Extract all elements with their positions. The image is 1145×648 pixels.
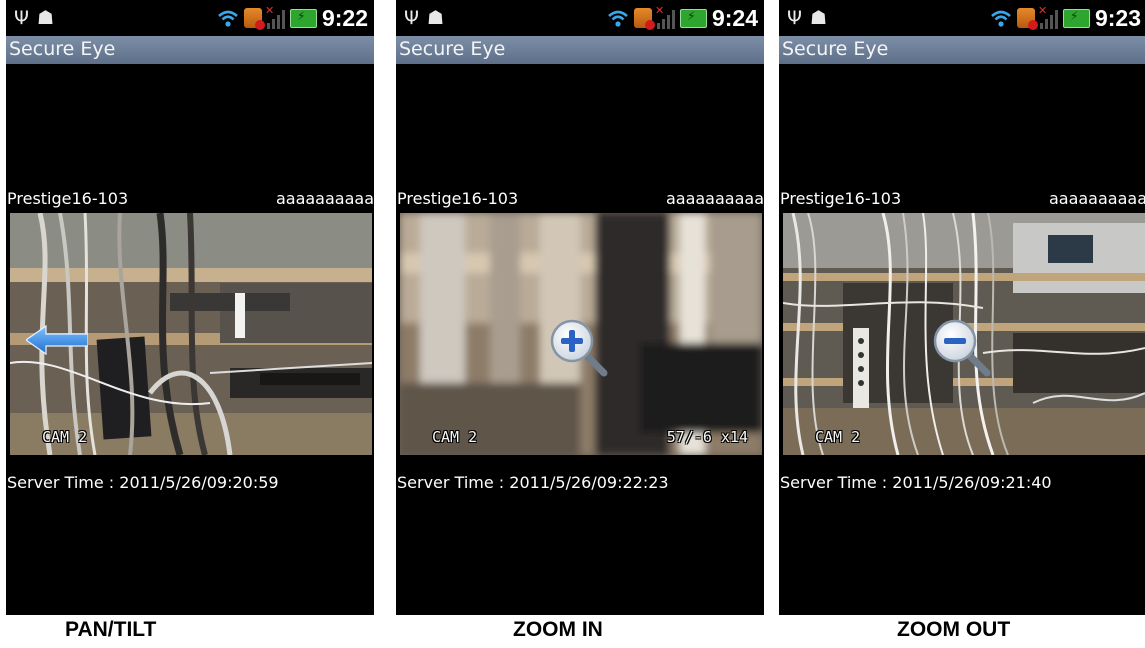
camera-video-view[interactable]: CAM 2 57/-6 x14 [400,213,762,455]
camera-label-osd: CAM 2 [432,428,478,446]
wifi-icon [991,10,1011,27]
phone-screen-zoom-out: Ψ ☗ ✕ 9:23 Secure Eye Prestige16-103 aaa… [779,0,1145,615]
clock: 9:24 [711,5,758,31]
debug-icon: ☗ [36,7,55,29]
wifi-icon [608,10,628,27]
camera-label-osd: CAM 2 [42,428,88,446]
clock: 9:22 [321,5,368,31]
battery-icon [289,8,317,28]
camera-name: Prestige16-103 [7,189,129,208]
status-bar: Ψ ☗ ✕ 9:23 [779,0,1145,36]
notification-icon [1016,8,1038,30]
caption-zoom-out: ZOOM OUT [897,618,1011,641]
server-time-label: Server Time : [397,473,510,492]
camera-user: aaaaaaaaaa [1048,189,1145,208]
camera-name: Prestige16-103 [397,189,519,208]
server-time: Server Time : 2011/5/26/09:20:59 [7,473,279,492]
left-arrow-icon[interactable] [26,325,88,355]
zoom-out-icon[interactable] [931,317,993,379]
battery-icon [679,8,707,28]
notification-icon [243,8,265,30]
server-time-value: 2011/5/26/09:22:23 [509,473,669,492]
usb-icon: Ψ [14,7,29,29]
server-time: Server Time : 2011/5/26/09:21:40 [780,473,1052,492]
server-time-label: Server Time : [7,473,120,492]
camera-label-osd: CAM 2 [815,428,861,446]
camera-name: Prestige16-103 [780,189,902,208]
server-time: Server Time : 2011/5/26/09:22:23 [397,473,669,492]
debug-icon: ☗ [809,7,828,29]
app-title-bar: Secure Eye [396,36,764,64]
app-title-bar: Secure Eye [6,36,374,64]
usb-icon: Ψ [787,7,802,29]
usb-icon: Ψ [404,7,419,29]
notification-icon [633,8,655,30]
wifi-icon [218,10,238,27]
clock: 9:23 [1094,5,1141,31]
server-time-value: 2011/5/26/09:20:59 [119,473,279,492]
zoom-in-icon[interactable] [548,317,610,379]
ptz-position-osd: 57/-6 x14 [666,428,748,446]
phone-screen-zoom-in: Ψ ☗ ✕ 9:24 Secure Eye Prestige16-103 aaa… [396,0,764,615]
signal-icon: ✕ [655,4,675,29]
app-title: Secure Eye [9,38,116,60]
signal-icon: ✕ [265,4,285,29]
server-time-label: Server Time : [780,473,893,492]
app-title: Secure Eye [782,38,889,60]
server-time-value: 2011/5/26/09:21:40 [892,473,1052,492]
camera-user: aaaaaaaaaa [275,189,374,208]
battery-icon [1062,8,1090,28]
caption-pan-tilt: PAN/TILT [65,618,157,641]
camera-video-view[interactable]: CAM 2 [783,213,1145,455]
signal-icon: ✕ [1038,4,1058,29]
app-title-bar: Secure Eye [779,36,1145,64]
camera-video-view[interactable]: CAM 2 [10,213,372,455]
status-bar: Ψ ☗ ✕ 9:22 [6,0,374,36]
debug-icon: ☗ [426,7,445,29]
app-title: Secure Eye [399,38,506,60]
phone-screen-pan-tilt: Ψ ☗ ✕ 9:22 Secure Eye Prestige16-103 aaa… [6,0,374,615]
status-bar: Ψ ☗ ✕ 9:24 [396,0,764,36]
camera-user: aaaaaaaaaa [665,189,764,208]
caption-zoom-in: ZOOM IN [513,618,603,641]
